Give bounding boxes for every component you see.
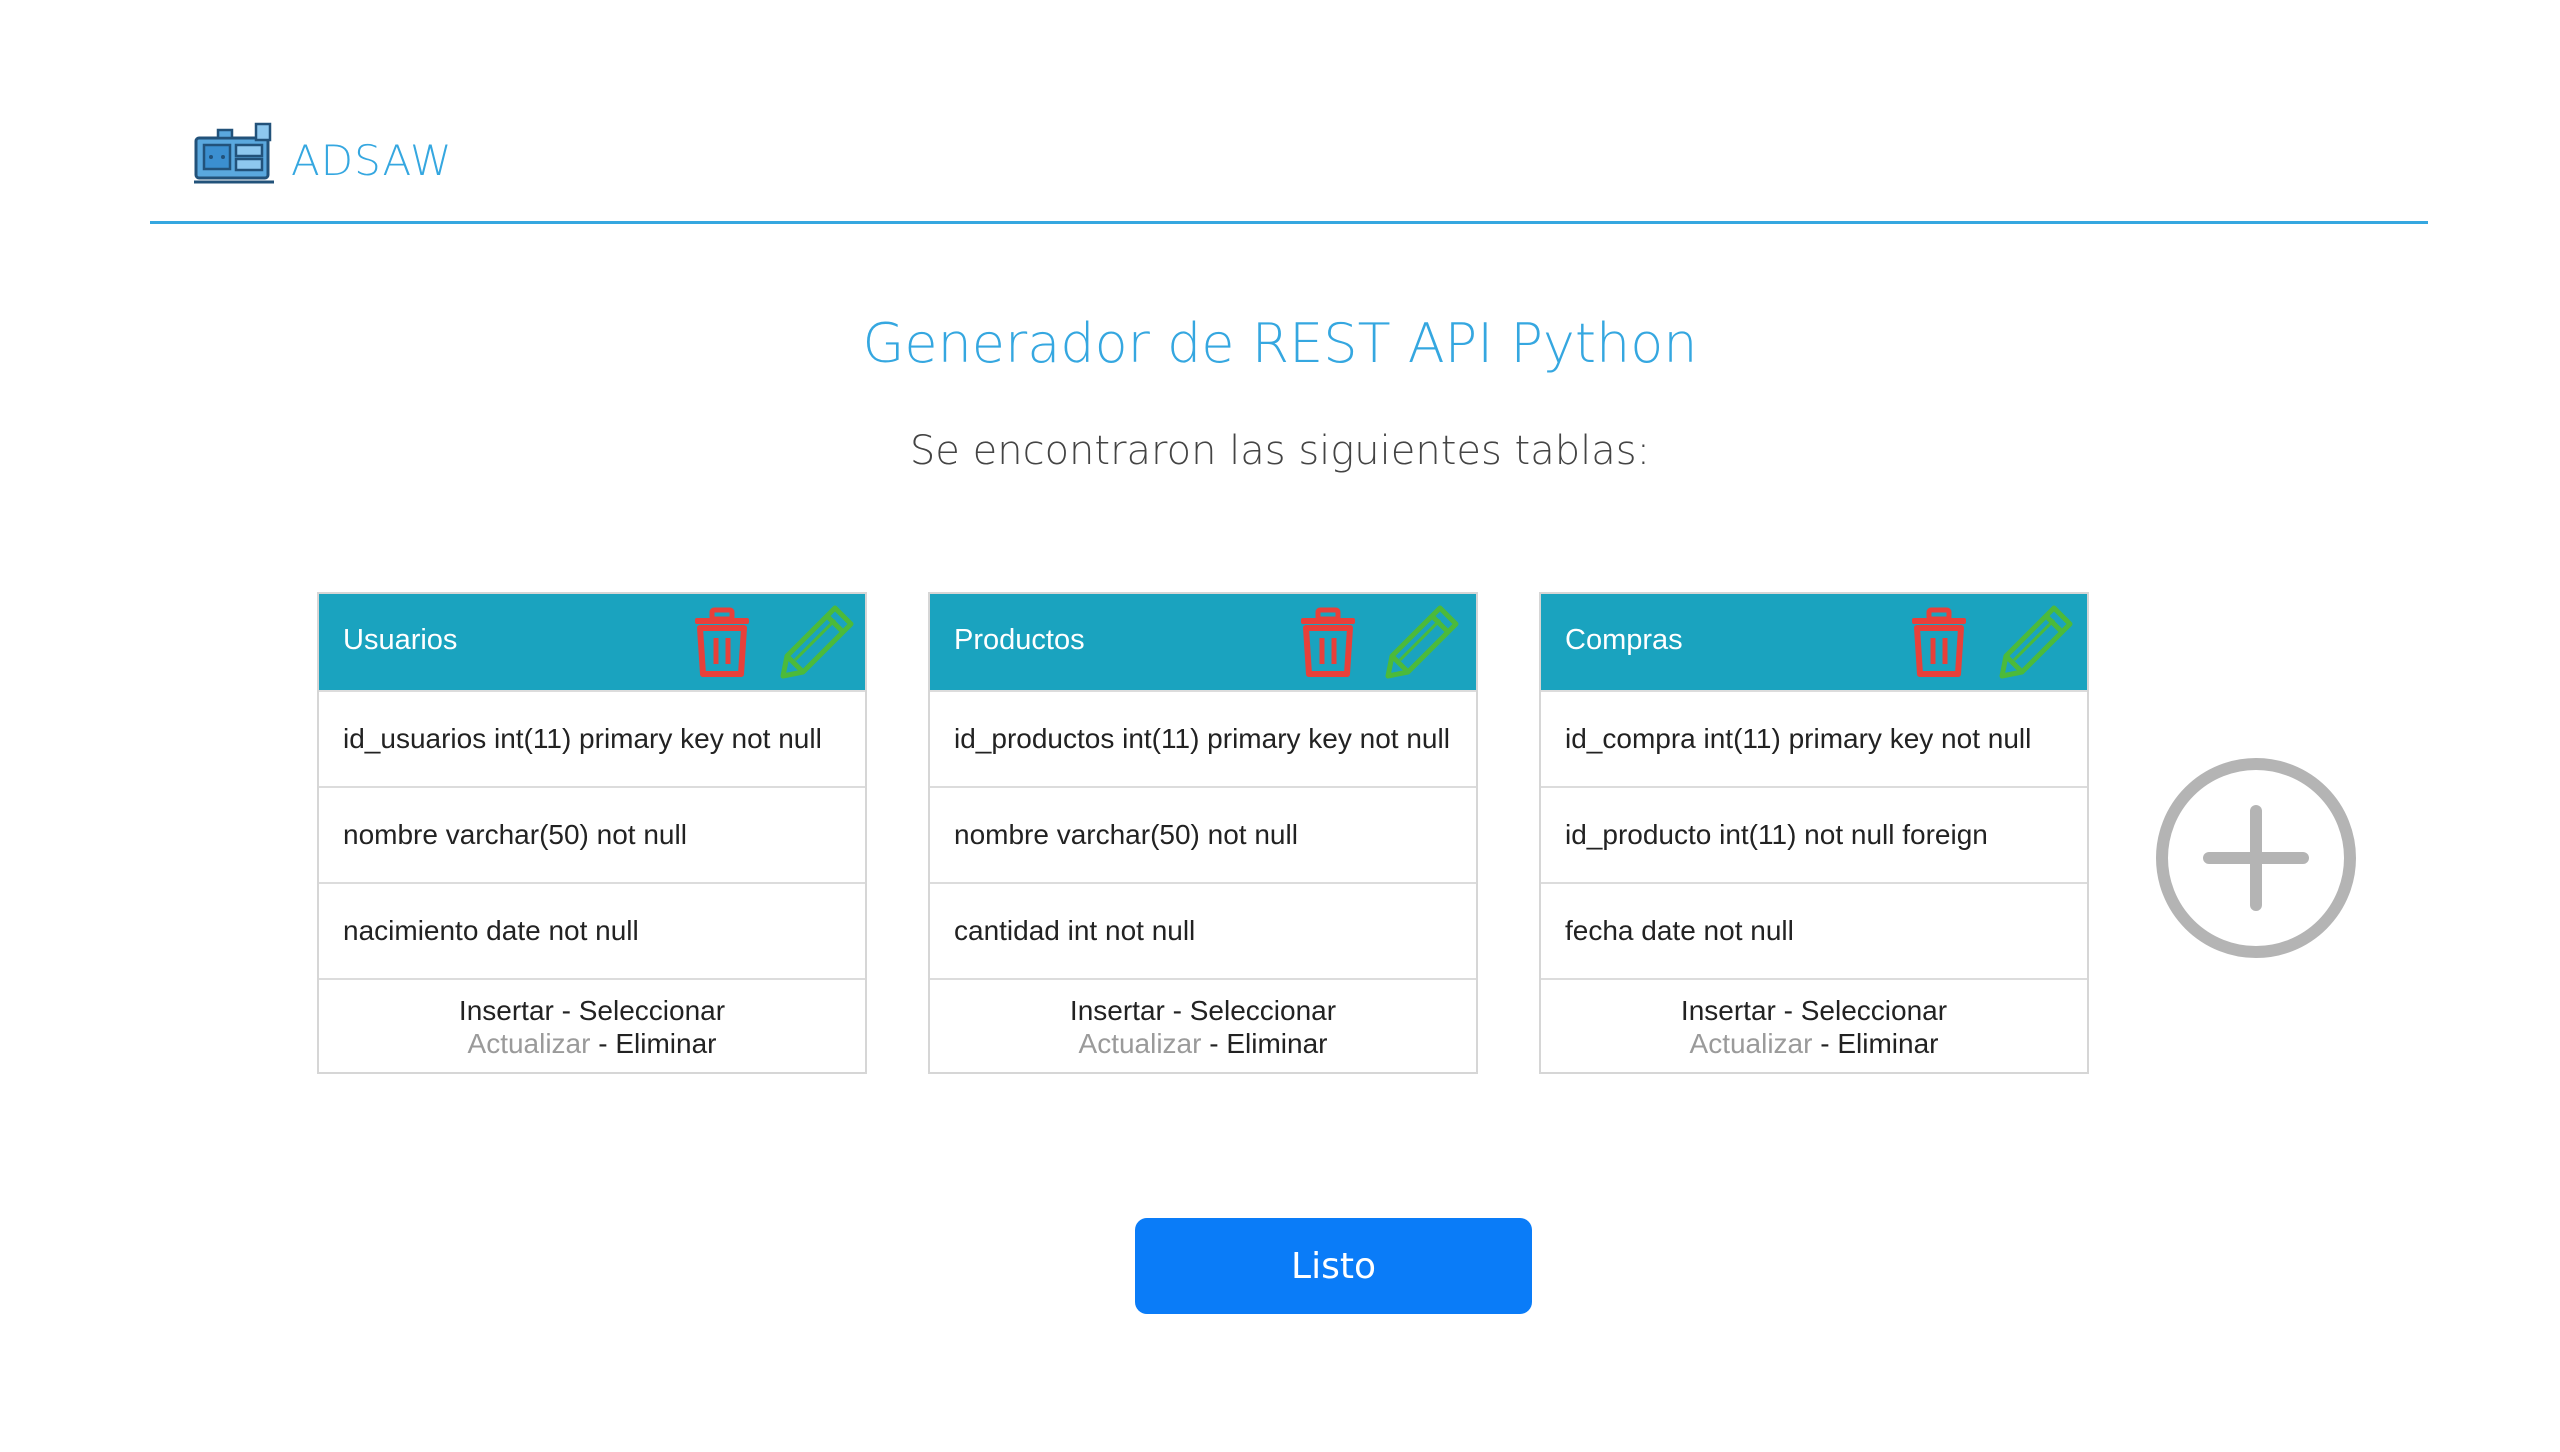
plus-circle-icon[interactable] [2154,756,2358,960]
update-action: Actualizar [1078,1028,1202,1059]
field-row: fecha date not null [1541,882,2087,978]
field-row: nombre varchar(50) not null [319,786,865,882]
actions-line-2: Actualizar - Eliminar [319,1027,865,1060]
card-header: Usuarios [319,594,865,690]
field-row: id_compra int(11) primary key not null [1541,690,2087,786]
update-action: Actualizar [467,1028,591,1059]
pencil-icon[interactable] [777,602,857,682]
select-action[interactable]: Seleccionar [1190,995,1336,1026]
field-row: nacimiento date not null [319,882,865,978]
actions-line-1: Insertar - Seleccionar [1541,994,2087,1027]
app-name: ADSAW [291,136,453,185]
select-action[interactable]: Seleccionar [579,995,725,1026]
page: ADSAW Generador de REST API Python Se en… [0,0,2560,1452]
trash-icon[interactable] [691,606,753,678]
delete-action[interactable]: Eliminar [615,1028,716,1059]
actions-line-2: Actualizar - Eliminar [930,1027,1476,1060]
table-card-productos: Productos id_productos int(11) primary k… [928,592,1478,1074]
trash-icon[interactable] [1297,606,1359,678]
delete-action[interactable]: Eliminar [1837,1028,1938,1059]
table-card-compras: Compras id_compra int(11) primary key no… [1539,592,2089,1074]
actions-line-1: Insertar - Seleccionar [319,994,865,1027]
insert-action[interactable]: Insertar [1681,995,1776,1026]
trash-icon[interactable] [1908,606,1970,678]
card-header: Productos [930,594,1476,690]
table-name: Compras [1565,624,1683,656]
delete-action[interactable]: Eliminar [1226,1028,1327,1059]
update-action: Actualizar [1689,1028,1813,1059]
table-name: Usuarios [343,624,458,656]
actions-line-2: Actualizar - Eliminar [1541,1027,2087,1060]
action-separator: - [1201,1028,1227,1059]
action-separator: - [1812,1028,1838,1059]
field-row: id_producto int(11) not null foreign [1541,786,2087,882]
actions-line-1: Insertar - Seleccionar [930,994,1476,1027]
action-separator: - [1164,995,1190,1026]
field-row: nombre varchar(50) not null [930,786,1476,882]
insert-action[interactable]: Insertar [459,995,554,1026]
done-button[interactable]: Listo [1135,1218,1532,1314]
field-row: cantidad int not null [930,882,1476,978]
actions-row: Insertar - Seleccionar Actualizar - Elim… [319,978,865,1072]
select-action[interactable]: Seleccionar [1801,995,1947,1026]
actions-row: Insertar - Seleccionar Actualizar - Elim… [1541,978,2087,1072]
card-header: Compras [1541,594,2087,690]
action-separator: - [553,995,579,1026]
table-card-usuarios: Usuarios id_usuarios int(11) primary key… [317,592,867,1074]
actions-row: Insertar - Seleccionar Actualizar - Elim… [930,978,1476,1072]
pencil-icon[interactable] [1996,602,2076,682]
insert-action[interactable]: Insertar [1070,995,1165,1026]
pencil-icon[interactable] [1382,602,1462,682]
header: ADSAW [150,0,2428,224]
table-name: Productos [954,624,1085,656]
action-separator: - [1775,995,1801,1026]
field-row: id_usuarios int(11) primary key not null [319,690,865,786]
action-separator: - [590,1028,616,1059]
field-row: id_productos int(11) primary key not nul… [930,690,1476,786]
page-title: Generador de REST API Python [862,312,1698,375]
server-machine-icon [194,122,274,184]
page-subtitle: Se encontraron las siguientes tablas: [909,428,1651,474]
